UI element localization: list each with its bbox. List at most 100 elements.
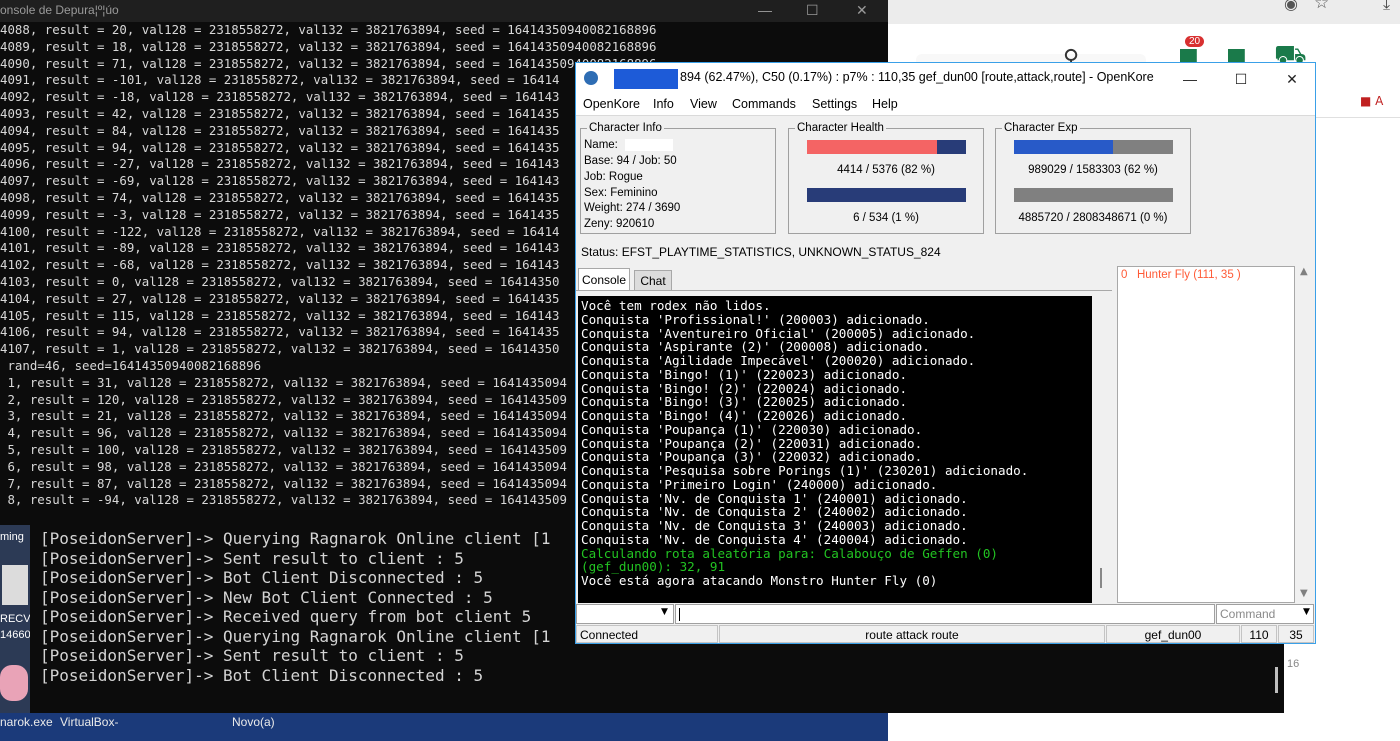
chevron-down-icon[interactable]: ▼ xyxy=(661,607,668,617)
openkore-app-icon xyxy=(584,71,598,85)
status-bar: Connected route attack route gef_dun00 1… xyxy=(576,625,1315,643)
character-exp-panel: Character Exp 989029 / 1583303 (62 %) 48… xyxy=(995,122,1191,234)
scroll-down-icon[interactable]: ▼ xyxy=(1300,588,1308,599)
console-line: Conquista 'Nv. de Conquista 2' (240002) … xyxy=(581,504,968,520)
sp-bar-track xyxy=(807,188,966,202)
file-icon[interactable] xyxy=(2,565,28,605)
sp-text: 6 / 534 (1 %) xyxy=(853,212,919,224)
console-line: Você está agora atacando Monstro Hunter … xyxy=(581,573,938,588)
debug-console-titlebar[interactable]: onsole de Depura¦º¦úo — ☐ ✕ xyxy=(0,0,888,22)
scroll-up-icon[interactable]: ▲ xyxy=(1300,266,1308,277)
position-y: 35 xyxy=(1278,625,1314,643)
console-line: Conquista 'Poupança (3)' (220032) adicio… xyxy=(581,449,923,465)
monster-list[interactable]: 0 Hunter Fly (111, 35 ) xyxy=(1117,266,1295,603)
window-title: 894 (62.47%), C50 (0.17%) : p7% : 110,35… xyxy=(680,70,1154,84)
console-line: Conquista 'Poupança (1)' (220030) adicio… xyxy=(581,421,923,437)
console-line: [PoseidonServer]-> Bot Client Disconnect… xyxy=(40,568,484,587)
menu-info[interactable]: Info xyxy=(653,97,674,111)
console-line: Conquista 'Pesquisa sobre Porings (1)' (… xyxy=(581,463,1029,478)
command-type-select[interactable]: Command ▼ xyxy=(1216,604,1314,624)
minimize-icon[interactable]: — xyxy=(1170,67,1210,91)
base-exp-text: 989029 / 1583303 (62 %) xyxy=(1028,164,1158,176)
poseidon-console-output: [PoseidonServer]-> Querying Ragnarok Onl… xyxy=(40,529,551,685)
openkore-window[interactable]: 894 (62.47%), C50 (0.17%) : p7% : 110,35… xyxy=(575,62,1316,644)
character-health-legend: Character Health xyxy=(795,122,886,134)
text-cursor xyxy=(679,608,680,621)
character-job: Job: Rogue xyxy=(584,171,643,183)
desktop-background: ming RECV 14660 xyxy=(0,525,31,741)
console-line: Conquista 'Profissional!' (200003) adici… xyxy=(581,311,930,327)
character-info-legend: Character Info xyxy=(587,122,664,134)
desktop-label: RECV xyxy=(0,613,31,625)
menu-openkore[interactable]: OpenKore xyxy=(583,97,640,111)
minimize-icon[interactable]: — xyxy=(758,0,772,20)
menu-bar: OpenKore Info View Commands Settings Hel… xyxy=(576,94,1315,116)
connection-status: Connected xyxy=(576,625,718,643)
command-input[interactable] xyxy=(675,604,1215,624)
chat-target-select[interactable]: ▼ xyxy=(576,604,674,624)
openkore-titlebar[interactable]: 894 (62.47%), C50 (0.17%) : p7% : 110,35… xyxy=(576,63,1315,94)
app-icon[interactable] xyxy=(0,665,28,701)
console-line: Conquista 'Bingo! (3)' (220025) adiciona… xyxy=(581,394,908,410)
taskbar-item[interactable]: narok.exe xyxy=(0,715,53,729)
hp-text: 4414 / 5376 (82 %) xyxy=(837,164,935,176)
menu-view[interactable]: View xyxy=(690,97,717,111)
cart-count-badge: 20 xyxy=(1185,36,1205,47)
monster-list-scrollbar[interactable]: ▲ ▼ xyxy=(1296,266,1314,603)
desktop-taskbar: narok.exe VirtualBox- Novo(a) xyxy=(0,713,888,741)
console-line: Conquista 'Poupança (2)' (220031) adicio… xyxy=(581,435,923,451)
star-icon[interactable]: ☆ xyxy=(1314,0,1329,13)
console-line: [PoseidonServer]-> Querying Ragnarok Onl… xyxy=(40,529,551,548)
console-line: Você tem rodex não lidos. xyxy=(581,298,771,313)
redacted-name xyxy=(625,139,673,151)
taskbar-item[interactable]: Novo(a) xyxy=(232,715,275,729)
character-info-panel: Character Info Name: Base: 94 / Job: 50 … xyxy=(580,122,776,234)
base-exp-bar-fill xyxy=(1014,140,1113,154)
console-line: Conquista 'Bingo! (4)' (220026) adiciona… xyxy=(581,408,908,423)
maximize-icon[interactable]: ☐ xyxy=(1221,67,1261,91)
console-line: Conquista 'Bingo! (2)' (220024) adiciona… xyxy=(581,380,908,396)
console-line: Conquista 'Nv. de Conquista 1' (240001) … xyxy=(581,490,968,506)
chevron-down-icon[interactable]: ▼ xyxy=(1303,607,1310,617)
menu-commands[interactable]: Commands xyxy=(732,97,796,111)
console-output[interactable]: Você tem rodex não lidos. Conquista 'Prof… xyxy=(578,296,1092,603)
promo-icon[interactable]: ■ A xyxy=(1360,94,1383,108)
taskbar-item[interactable]: VirtualBox- xyxy=(60,715,118,729)
hp-bar-track xyxy=(807,140,966,154)
download-icon[interactable]: ⤓ xyxy=(1383,0,1390,14)
character-base-job: Base: 94 / Job: 50 xyxy=(584,155,677,167)
close-icon[interactable]: ✕ xyxy=(1272,67,1312,91)
console-line: 4089, result = 18, val128 = 2318558272, … xyxy=(0,38,657,54)
scrollbar[interactable] xyxy=(1275,667,1278,693)
debug-console-title: onsole de Depura¦º¦úo xyxy=(0,3,119,17)
console-panel-border xyxy=(576,290,1112,291)
console-scrollbar[interactable] xyxy=(1094,296,1110,603)
character-name: Name: xyxy=(584,139,618,151)
character-sex: Sex: Feminino xyxy=(584,187,658,199)
tab-chat[interactable]: Chat xyxy=(634,270,672,290)
console-line: Calculando rota aleatória para: Calabouç… xyxy=(581,545,999,561)
map-name: gef_dun00 xyxy=(1106,625,1240,643)
monster-list-item[interactable]: 0 Hunter Fly (111, 35 ) xyxy=(1121,269,1241,281)
console-line: [PoseidonServer]-> New Bot Client Connec… xyxy=(40,587,493,607)
menu-help[interactable]: Help xyxy=(872,97,898,111)
console-line: Conquista 'Agilidade Impecável' (200020)… xyxy=(581,353,976,368)
job-exp-text: 4885720 / 2808348671 (0 %) xyxy=(1018,212,1168,224)
maximize-icon[interactable]: ☐ xyxy=(806,0,819,20)
sp-bar-fill xyxy=(807,188,809,202)
console-line: [PoseidonServer]-> Querying Ragnarok Onl… xyxy=(40,626,551,646)
tab-console[interactable]: Console xyxy=(578,268,630,290)
character-zeny: Zeny: 920610 xyxy=(584,218,655,230)
console-line: Conquista 'Nv. de Conquista 3' (240003) … xyxy=(581,518,968,533)
console-line: [PoseidonServer]-> Sent result to client… xyxy=(40,646,464,665)
console-line: [PoseidonServer]-> Sent result to client… xyxy=(40,548,464,568)
scrollbar-thumb[interactable] xyxy=(1100,568,1102,588)
close-icon[interactable]: ✕ xyxy=(856,0,868,20)
console-line: Conquista 'Primeiro Login' (240000) adic… xyxy=(581,476,938,492)
redacted-name xyxy=(614,69,678,89)
ai-sequence: route attack route xyxy=(719,625,1105,643)
menu-settings[interactable]: Settings xyxy=(812,97,857,111)
console-line: Conquista 'Nv. de Conquista 4' (240004) … xyxy=(581,531,968,547)
hp-bar-fill xyxy=(807,140,938,154)
eye-off-icon[interactable]: ◉ xyxy=(1284,0,1298,13)
